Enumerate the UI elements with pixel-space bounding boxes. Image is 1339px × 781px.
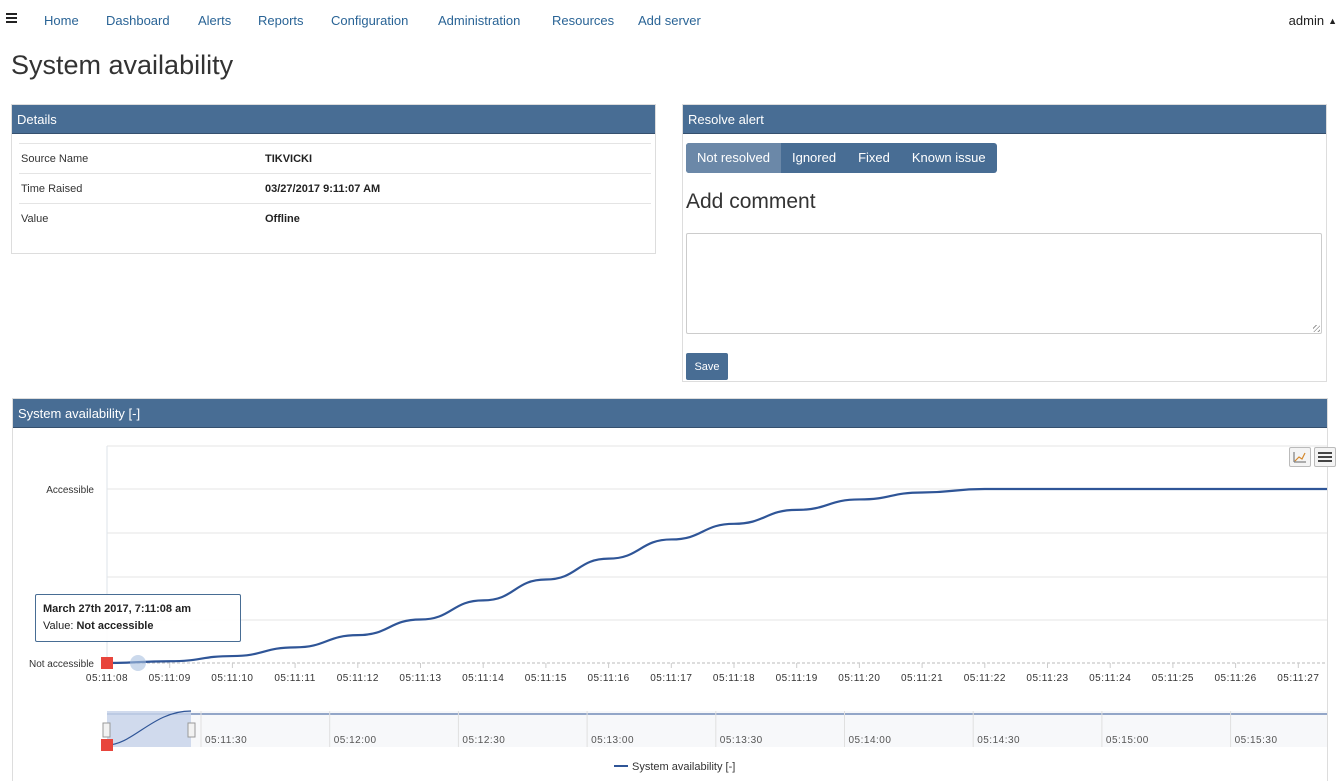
navigator-tick-label: 05:11:30 bbox=[205, 735, 247, 746]
x-tick-label: 05:11:18 bbox=[713, 673, 755, 684]
navigator-tick-label: 05:13:30 bbox=[720, 735, 763, 746]
resolve-panel-header: Resolve alert bbox=[683, 105, 1326, 134]
navigator-handle-right bbox=[187, 722, 196, 738]
tooltip-value-line: Value: Not accessible bbox=[43, 620, 153, 632]
navigator-tick-label: 05:12:30 bbox=[462, 735, 505, 746]
details-panel-header: Details bbox=[12, 105, 655, 134]
nav-configuration[interactable]: Configuration bbox=[331, 13, 408, 28]
availability-chart-panel: System availability [-] Not accessible Ac… bbox=[12, 398, 1336, 781]
menu-icon[interactable] bbox=[6, 13, 17, 23]
legend-label: System availability [-] bbox=[632, 761, 736, 773]
detail-row-time-raised: Time Raised 03/27/2017 9:11:07 AM bbox=[19, 173, 651, 204]
x-tick-label: 05:11:17 bbox=[650, 673, 692, 684]
user-menu[interactable]: admin ▲ bbox=[1289, 13, 1337, 28]
detail-label: Value bbox=[21, 213, 49, 225]
legend-swatch bbox=[614, 765, 628, 767]
chart-legend[interactable]: System availability [-] bbox=[614, 761, 735, 773]
fixed-button[interactable]: Fixed bbox=[847, 143, 901, 173]
detail-value: Offline bbox=[265, 213, 300, 225]
x-tick-label: 05:11:11 bbox=[274, 673, 315, 684]
nav-administration[interactable]: Administration bbox=[438, 13, 520, 28]
y-tick-label: Not accessible bbox=[29, 659, 94, 670]
details-panel: Details Source Name TIKVICKI Time Raised… bbox=[11, 104, 656, 254]
tooltip-value: Not accessible bbox=[76, 620, 154, 632]
hover-halo bbox=[130, 655, 146, 671]
detail-row-source-name: Source Name TIKVICKI bbox=[19, 143, 651, 174]
tooltip-title: March 27th 2017, 7:11:08 am bbox=[43, 603, 191, 615]
nav-home[interactable]: Home bbox=[44, 13, 79, 28]
x-tick-label: 05:11:25 bbox=[1152, 673, 1194, 684]
x-tick-label: 05:11:26 bbox=[1215, 673, 1257, 684]
hamburger-glyph bbox=[1318, 452, 1332, 462]
navigator-handle-left bbox=[102, 722, 111, 738]
availability-chart: Not accessible Accessible 05:11:08 05:11:09… bbox=[29, 445, 1327, 751]
navigator-tick-label: 05:15:00 bbox=[1106, 735, 1149, 746]
chart-icon-glyph bbox=[1293, 452, 1306, 463]
known-issue-button[interactable]: Known issue bbox=[901, 143, 997, 173]
x-tick-label: 05:11:13 bbox=[399, 673, 441, 684]
x-tick-label: 05:11:19 bbox=[776, 673, 818, 684]
data-point-marker bbox=[101, 657, 113, 669]
x-tick-label: 05:11:10 bbox=[211, 673, 253, 684]
y-tick-label: Accessible bbox=[46, 485, 94, 496]
x-tick-label: 05:11:27 bbox=[1277, 673, 1319, 684]
save-button[interactable]: Save bbox=[686, 353, 728, 380]
x-tick-label: 05:11:24 bbox=[1089, 673, 1131, 684]
resolution-button-group: Not resolved Ignored Fixed Known issue bbox=[686, 143, 997, 173]
top-navbar: Home Dashboard Alerts Reports Configurat… bbox=[0, 0, 1339, 42]
detail-row-value: Value Offline bbox=[19, 203, 651, 234]
navigator-tick-label: 05:14:30 bbox=[977, 735, 1020, 746]
x-tick-label: 05:11:15 bbox=[525, 673, 567, 684]
resize-grip-icon[interactable] bbox=[1313, 325, 1320, 332]
x-tick-label: 05:11:09 bbox=[149, 673, 191, 684]
nav-reports[interactable]: Reports bbox=[258, 13, 304, 28]
navigator-selection bbox=[107, 711, 191, 747]
navigator-tick-label: 05:14:00 bbox=[849, 735, 892, 746]
caret-up-icon: ▲ bbox=[1328, 16, 1337, 26]
comment-textarea[interactable] bbox=[686, 233, 1322, 334]
navigator-tick-label: 05:12:00 bbox=[334, 735, 377, 746]
nav-resources[interactable]: Resources bbox=[552, 13, 614, 28]
x-tick-label: 05:11:22 bbox=[964, 673, 1006, 684]
series-line-system-availability bbox=[106, 487, 1327, 665]
x-tick-label: 05:11:14 bbox=[462, 673, 504, 684]
x-tick-label: 05:11:20 bbox=[838, 673, 880, 684]
chart-menu-icon[interactable] bbox=[1314, 447, 1336, 467]
navigator-tick-label: 05:15:30 bbox=[1235, 735, 1278, 746]
user-name: admin bbox=[1288, 13, 1325, 28]
not-resolved-button[interactable]: Not resolved bbox=[686, 143, 781, 173]
chart-zoom-icon[interactable] bbox=[1289, 447, 1311, 467]
nav-dashboard[interactable]: Dashboard bbox=[106, 13, 170, 28]
x-tick-label: 05:11:12 bbox=[337, 673, 379, 684]
x-tick-label: 05:11:23 bbox=[1026, 673, 1068, 684]
navigator-marker bbox=[101, 739, 113, 751]
x-tick-label: 05:11:21 bbox=[901, 673, 943, 684]
page-title: System availability bbox=[11, 50, 234, 80]
detail-label: Time Raised bbox=[21, 183, 83, 195]
detail-value: TIKVICKI bbox=[265, 153, 313, 165]
add-comment-heading: Add comment bbox=[686, 190, 816, 213]
ignored-button[interactable]: Ignored bbox=[781, 143, 847, 173]
chart-tooltip: March 27th 2017, 7:11:08 am Value: Not a… bbox=[35, 594, 241, 642]
nav-add-server[interactable]: Add server bbox=[638, 13, 701, 28]
x-tick-label: 05:11:08 bbox=[86, 673, 128, 684]
detail-label: Source Name bbox=[21, 153, 89, 165]
tooltip-value-label: Value: bbox=[43, 620, 74, 632]
nav-alerts[interactable]: Alerts bbox=[198, 13, 231, 28]
navigator-tick-label: 05:13:00 bbox=[591, 735, 634, 746]
resolve-alert-panel: Resolve alert Not resolved Ignored Fixed… bbox=[682, 104, 1327, 382]
x-tick-label: 05:11:16 bbox=[588, 673, 630, 684]
detail-value: 03/27/2017 9:11:07 AM bbox=[265, 183, 381, 195]
